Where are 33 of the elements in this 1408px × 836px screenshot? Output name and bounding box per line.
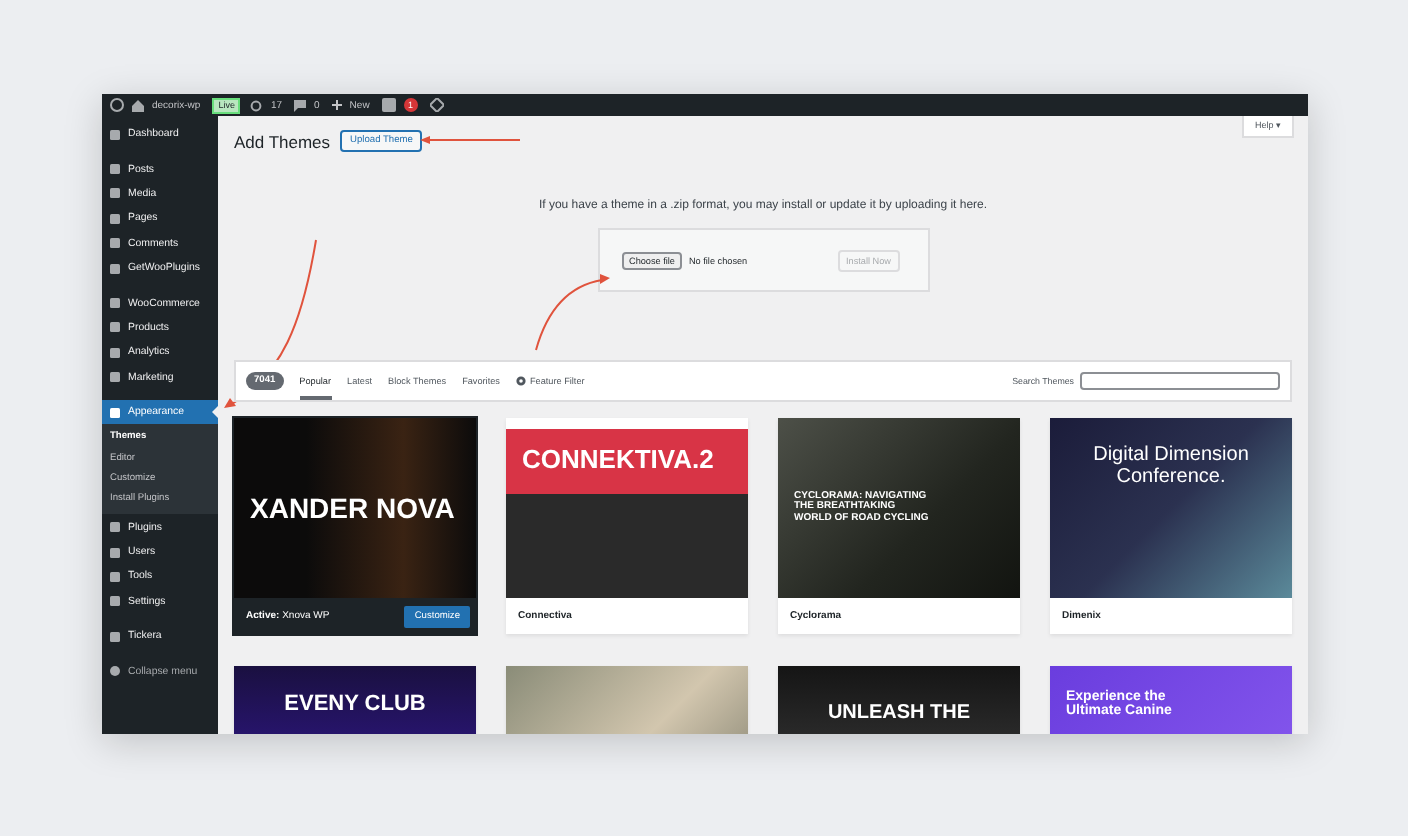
square-icon (110, 631, 120, 642)
square-icon (110, 571, 120, 582)
preview-headline: UNLEASH THE (827, 704, 971, 725)
annotation-arrow (535, 274, 610, 351)
annotation-arrow (420, 136, 521, 144)
preview-headline: Digital Dimension Conference. (1091, 446, 1251, 488)
square-logo-icon (381, 98, 396, 112)
square-icon (110, 596, 120, 607)
home-icon (132, 99, 144, 111)
circle-icon (110, 666, 120, 677)
square-icon (110, 129, 120, 140)
square-icon (110, 298, 120, 309)
square-icon (110, 238, 120, 249)
circle-logo-icon (110, 98, 124, 112)
square-icon (110, 372, 120, 383)
square-icon (110, 263, 120, 274)
preview-headline: CONNEKTIVA.2 (522, 446, 714, 474)
diamond-icon (429, 98, 444, 112)
preview-headline: EVENY CLUB (284, 694, 426, 718)
square-icon (110, 322, 120, 333)
preview-headline: XANDER NOVA (250, 493, 455, 523)
square-icon (110, 188, 120, 199)
square-icon (110, 164, 120, 175)
plus-icon (331, 100, 342, 110)
comment-icon (294, 99, 307, 111)
square-icon (110, 547, 120, 558)
page-title: Add Themes (234, 131, 331, 151)
search-field[interactable] (1080, 372, 1280, 390)
square-icon (110, 347, 120, 358)
square-icon (110, 407, 120, 418)
pointer-notch-icon (212, 405, 218, 418)
square-icon (110, 213, 120, 224)
square-icon (110, 522, 120, 533)
